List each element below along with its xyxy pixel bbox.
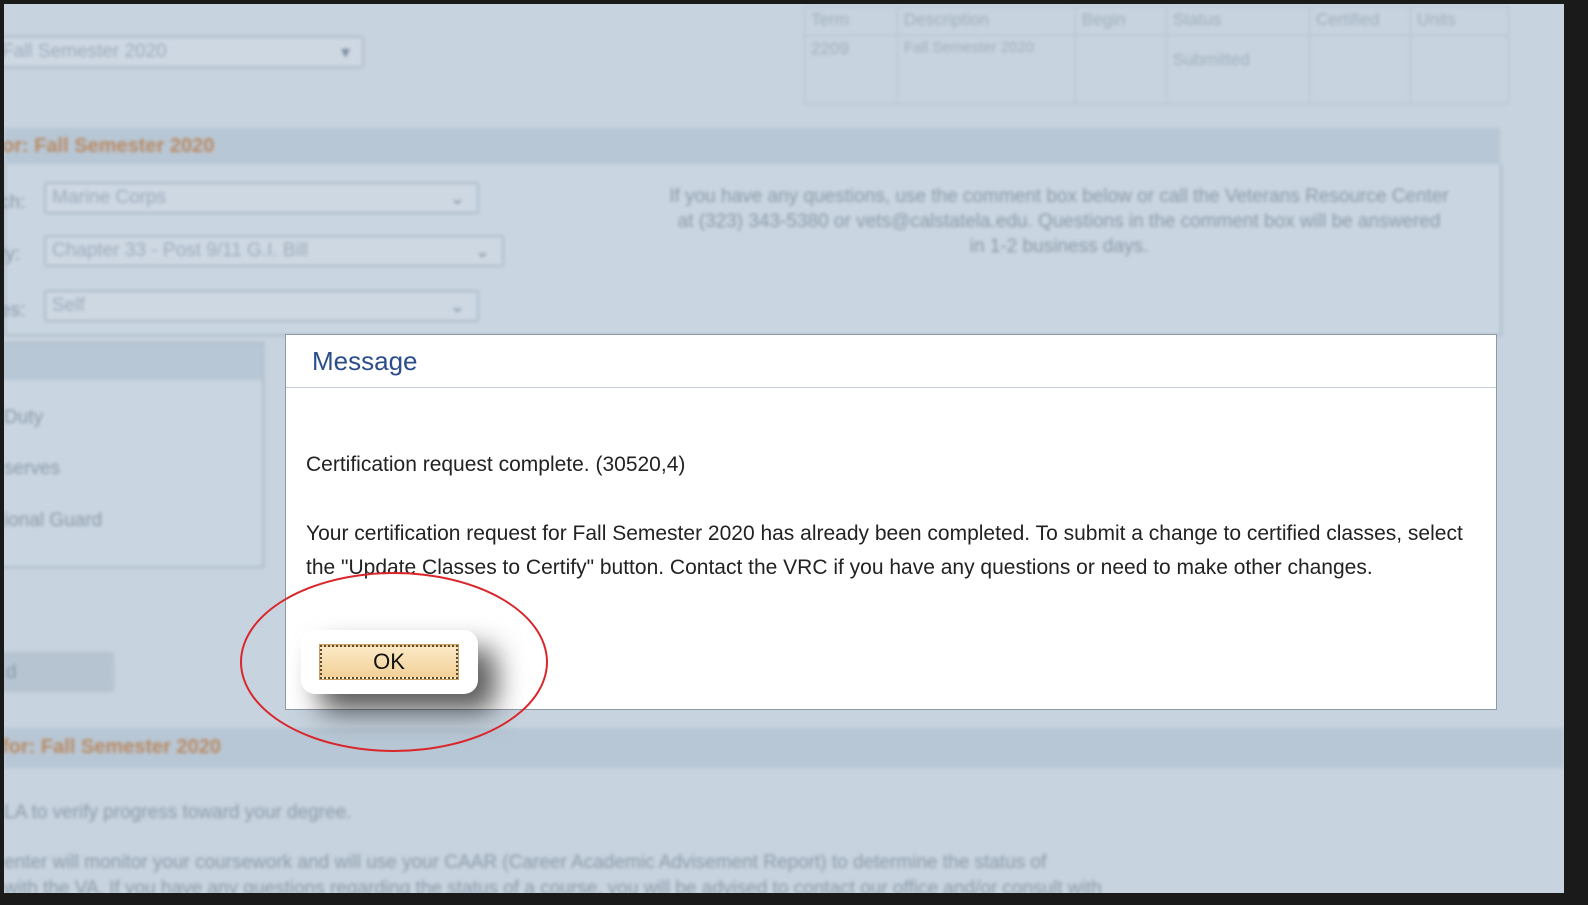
side-item: ional Guard (4, 510, 103, 531)
table-cell (1075, 35, 1167, 104)
chevron-down-icon: ⌄ (449, 188, 465, 208)
term-select-value: Fall Semester 2020 (4, 41, 167, 62)
message-dialog: Message Certification request complete. … (285, 334, 1497, 710)
side-button-label: d (6, 662, 17, 683)
term-table: Term Description Begin Status Certified … (804, 6, 1509, 104)
branch-select[interactable]: Marine Corps ⌄ (44, 182, 479, 214)
message-body: Your certification request for Fall Seme… (306, 522, 1463, 579)
side-panel (4, 342, 264, 568)
table-cell (1410, 35, 1509, 104)
ok-button[interactable]: OK (319, 644, 459, 680)
table-cell: Fall Semester 2020 (897, 35, 1076, 104)
table-cell: Submitted (1166, 35, 1310, 104)
section-header-band: for: Fall Semester 2020 (4, 728, 1564, 768)
field-label: ch: (4, 192, 26, 213)
table-cell: 2209 (804, 35, 898, 104)
table-header: Begin (1075, 6, 1167, 36)
info-text: If you have any questions, use the comme… (669, 186, 1449, 257)
field-label: es: (4, 300, 26, 321)
term-select[interactable]: Fall Semester 2020 ▾ (4, 36, 364, 68)
section-header-band: or: Fall Semester 2020 (4, 128, 1500, 166)
chapter-select-value: Chapter 33 - Post 9/11 G.I. Bill (52, 240, 309, 261)
dialog-header: Message (286, 335, 1496, 388)
field-label: ty: (4, 244, 21, 265)
side-item: Duty (4, 407, 44, 428)
table-header: Term (804, 6, 898, 36)
table-cell (1309, 35, 1411, 104)
chapter-select[interactable]: Chapter 33 - Post 9/11 G.I. Bill ⌄ (44, 235, 504, 267)
side-item: serves (4, 458, 60, 479)
chevron-down-icon: ⌄ (449, 296, 465, 316)
table-header: Description (897, 6, 1076, 36)
relation-select-value: Self (52, 295, 85, 316)
paragraph: with the VA. If you have any questions r… (4, 878, 1102, 893)
chevron-down-icon: ▾ (340, 42, 350, 62)
section-title: or: Fall Semester 2020 (4, 135, 215, 157)
table-header: Status (1166, 6, 1310, 36)
section-title: for: Fall Semester 2020 (4, 736, 221, 758)
side-button[interactable]: d (4, 652, 114, 692)
message-status-line: Certification request complete. (30520,4… (306, 453, 686, 476)
chevron-down-icon: ⌄ (474, 241, 490, 261)
screen: Fall Semester 2020 ▾ Term Description Be… (4, 4, 1564, 893)
branch-select-value: Marine Corps (52, 187, 167, 208)
dialog-title: Message (312, 346, 418, 376)
paragraph: enter will monitor your coursework and w… (4, 852, 1047, 873)
ok-button-callout: OK (301, 630, 478, 694)
table-header: Certified (1309, 6, 1411, 36)
table-header: Units (1410, 6, 1509, 36)
paragraph: LA to verify progress toward your degree… (4, 802, 352, 823)
relation-select[interactable]: Self ⌄ (44, 290, 479, 322)
